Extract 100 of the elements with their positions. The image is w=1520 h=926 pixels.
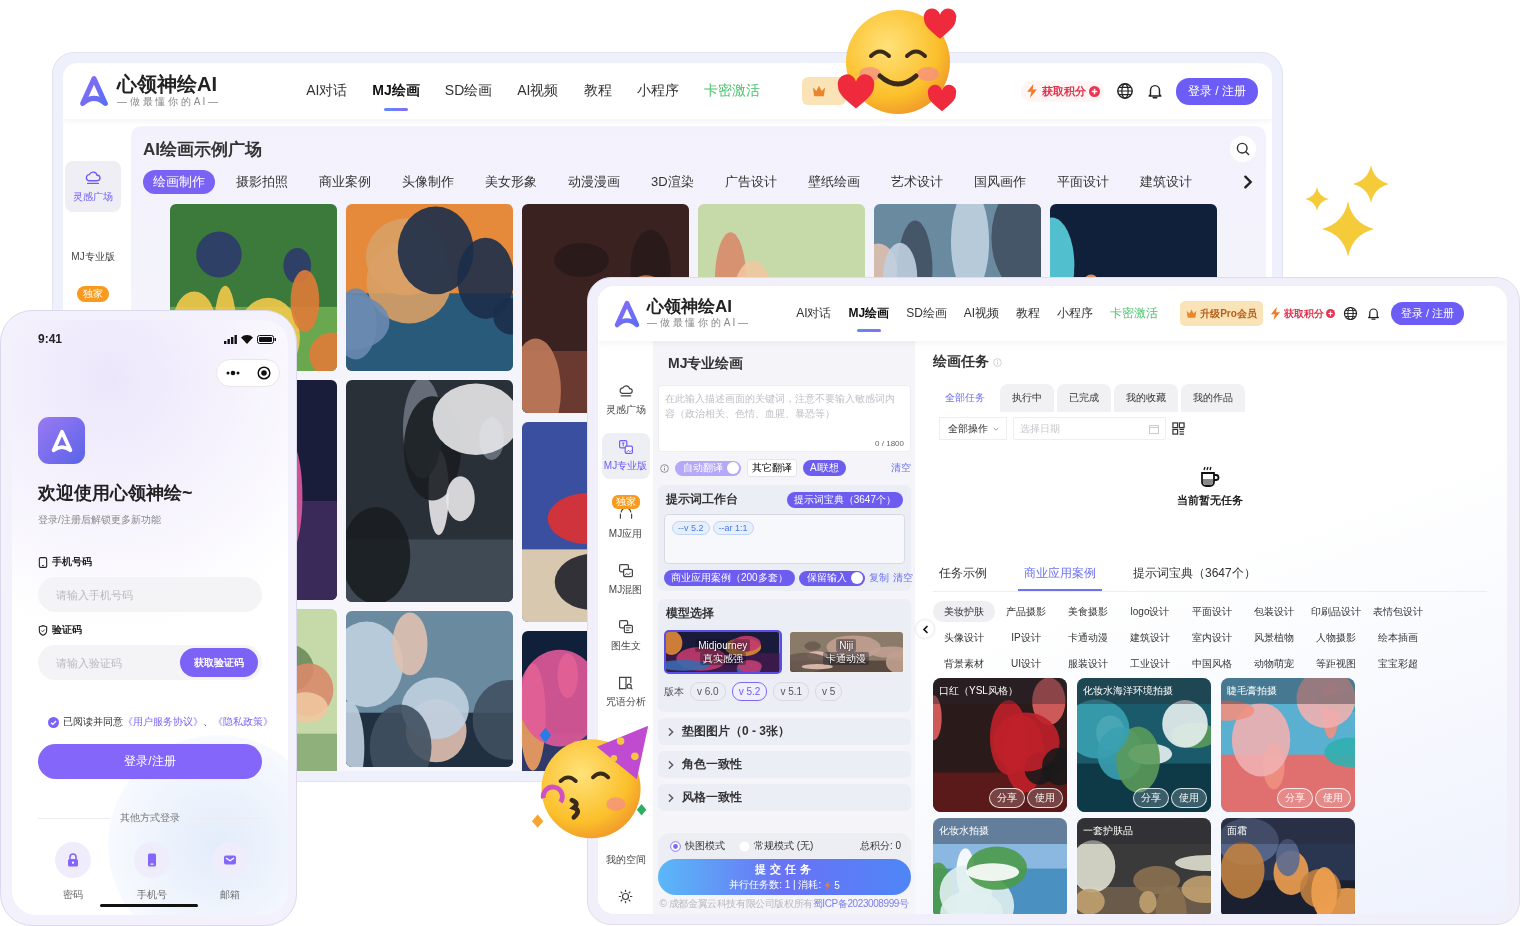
clear-link[interactable]: 清空 (891, 461, 911, 475)
agreement-link[interactable]: 《隐私政策》 (213, 716, 273, 727)
nav-tab[interactable]: 小程序 (636, 71, 679, 111)
prompt-tag[interactable]: --ar 1:1 (712, 521, 754, 535)
category-chip[interactable]: 背景素材 (933, 653, 995, 674)
category-chip[interactable]: 中国风格 (1181, 653, 1243, 674)
category-tab[interactable]: 平面设计 (1046, 170, 1119, 194)
model-option[interactable]: Midjourney 真实感强 (664, 630, 782, 674)
category-chip[interactable]: 人物摄影 (1305, 627, 1367, 648)
toggle-switch[interactable]: 保留输入 (798, 570, 865, 586)
category-chip[interactable]: logo设计 (1119, 601, 1181, 622)
login-button[interactable]: 登录/注册 (38, 744, 262, 779)
task-tab[interactable]: 已完成 (1057, 384, 1111, 412)
sidebar-item[interactable]: 灵感广场 (65, 161, 121, 212)
sidebar-item[interactable]: MJ专业版 (601, 433, 650, 479)
version-chip[interactable]: v 6.0 (690, 682, 726, 701)
example-tab[interactable]: 提示词宝典（3647个） (1127, 564, 1262, 591)
category-chip[interactable]: 服装设计 (1057, 653, 1119, 674)
category-chip[interactable]: 绘本插画 (1367, 627, 1429, 648)
category-chip[interactable]: 动物萌宠 (1243, 653, 1305, 674)
nav-tab[interactable]: AI视频 (517, 71, 559, 111)
sidebar-item[interactable]: MJ混图 (601, 557, 650, 603)
collapsible-section[interactable]: 角色一致性 (658, 751, 911, 778)
nav-tab[interactable]: SD绘画 (906, 295, 947, 332)
example-card[interactable]: 化妆水拍摄 (933, 818, 1067, 914)
points-button[interactable]: 获取积分 (1268, 306, 1335, 321)
category-tab[interactable]: 头像制作 (392, 170, 464, 194)
sidebar-item[interactable]: 灵感广场 (601, 377, 650, 423)
nav-tab[interactable]: SD绘画 (444, 71, 493, 111)
nav-tab[interactable]: 小程序 (1057, 295, 1094, 332)
category-tab[interactable]: 壁纸绘画 (797, 170, 870, 194)
nav-tab[interactable]: MJ绘画 (372, 71, 420, 111)
category-chip[interactable]: 产品摄影 (995, 601, 1057, 622)
radio-option[interactable]: 快图模式 (670, 839, 725, 853)
nav-tab[interactable]: AI对话 (796, 295, 832, 332)
prompt-tag[interactable]: --v 5.2 (672, 521, 710, 535)
category-chip[interactable]: 美食摄影 (1057, 601, 1119, 622)
translate-button[interactable]: 其它翻译 (747, 459, 797, 477)
category-chip[interactable]: 建筑设计 (1119, 627, 1181, 648)
login-button[interactable]: 登录 / 注册 (1390, 302, 1464, 325)
agreement-link[interactable]: 《用户服务协议》 (123, 716, 203, 727)
nav-tab[interactable]: AI对话 (306, 71, 348, 111)
get-code-button[interactable]: 获取验证码 (180, 648, 258, 677)
ai-assist-button[interactable]: AI联想 (803, 460, 847, 476)
card-action-button[interactable]: 使用 (1027, 788, 1063, 808)
task-tab[interactable]: 执行中 (1000, 384, 1054, 412)
sidebar-item[interactable]: 我的空间 (601, 847, 650, 873)
prompt-box[interactable]: --v 5.2 --ar 1:1 (664, 514, 905, 564)
task-tab[interactable]: 我的收藏 (1114, 384, 1178, 412)
example-card[interactable]: 面霜 (1221, 818, 1355, 914)
example-card[interactable]: 口红（YSL风格） 分享 使用 (933, 678, 1067, 812)
radio-option[interactable]: 常规模式 (无) (739, 839, 814, 853)
category-tab[interactable]: 建筑设计 (1129, 170, 1202, 194)
category-chip[interactable]: 印刷品设计 (1305, 601, 1367, 622)
category-chip[interactable]: 平面设计 (1181, 601, 1243, 622)
clear-link[interactable]: 清空 (892, 571, 913, 585)
category-tab[interactable]: 广告设计 (714, 170, 787, 194)
nav-tab[interactable]: MJ绘画 (848, 295, 890, 332)
category-tab[interactable]: 艺术设计 (880, 170, 953, 194)
category-chip[interactable]: 宝宝彩超 (1367, 653, 1429, 674)
category-chip[interactable]: 等距视图 (1305, 653, 1367, 674)
version-chip[interactable]: v 5 (815, 682, 843, 701)
category-chip[interactable]: IP设计 (995, 627, 1057, 648)
model-option[interactable]: Niji 卡通动漫 (787, 630, 905, 674)
collapsible-section[interactable]: 风格一致性 (658, 784, 911, 811)
category-chip[interactable]: 卡通动漫 (1057, 627, 1119, 648)
version-chip[interactable]: v 5.2 (731, 682, 768, 701)
sidebar-item[interactable]: MJ专业版 (65, 242, 121, 272)
category-chip[interactable]: 美妆护肤 (933, 601, 995, 622)
category-tab[interactable]: 国风画作 (963, 170, 1036, 194)
category-chip[interactable]: 室内设计 (1181, 627, 1243, 648)
category-chip[interactable]: 风景植物 (1243, 627, 1305, 648)
nav-tab[interactable]: AI视频 (963, 295, 1000, 332)
submit-button[interactable]: 提交任务 并行任务数: 1 | 消耗: 5 (658, 859, 911, 895)
nav-tab[interactable]: 教程 (1016, 295, 1041, 332)
nav-tab[interactable]: 教程 (583, 71, 612, 111)
login-button[interactable]: 登录 / 注册 (1176, 77, 1258, 105)
prompt-library-button[interactable]: 提示词宝典（3647个） (786, 491, 903, 508)
cases-button[interactable]: 商业应用案例（200多套） (664, 570, 795, 586)
card-action-button[interactable]: 分享 (1133, 788, 1169, 808)
example-card[interactable]: 化妆水海洋环境拍摄 分享 使用 (1077, 678, 1211, 812)
copy-link[interactable]: 复制 (868, 571, 889, 585)
example-card[interactable]: 一套护肤品 (1077, 818, 1211, 914)
card-action-button[interactable]: 使用 (1171, 788, 1207, 808)
category-tab[interactable]: 3D渲染 (641, 170, 704, 194)
category-chip[interactable]: 头像设计 (933, 627, 995, 648)
sidebar-item[interactable]: 独家 MJ应用 (601, 489, 650, 547)
upgrade-button[interactable]: 升级Pro会员 (1180, 301, 1263, 326)
task-tab[interactable]: 我的作品 (1181, 384, 1245, 412)
category-tab[interactable]: 绘画制作 (143, 170, 215, 194)
category-chip[interactable]: 表情包设计 (1367, 601, 1429, 622)
category-tab[interactable]: 动漫漫画 (558, 170, 630, 194)
category-chip[interactable]: 工业设计 (1119, 653, 1181, 674)
card-action-button[interactable]: 分享 (989, 788, 1025, 808)
example-tab[interactable]: 任务示例 (933, 564, 993, 591)
category-tab[interactable]: 商业案例 (309, 170, 381, 194)
version-chip[interactable]: v 5.1 (773, 682, 810, 701)
category-tab[interactable]: 摄影拍照 (226, 170, 298, 194)
category-tab[interactable]: 美女形象 (475, 170, 547, 194)
filter-dropdown[interactable]: 全部操作 (939, 417, 1007, 440)
